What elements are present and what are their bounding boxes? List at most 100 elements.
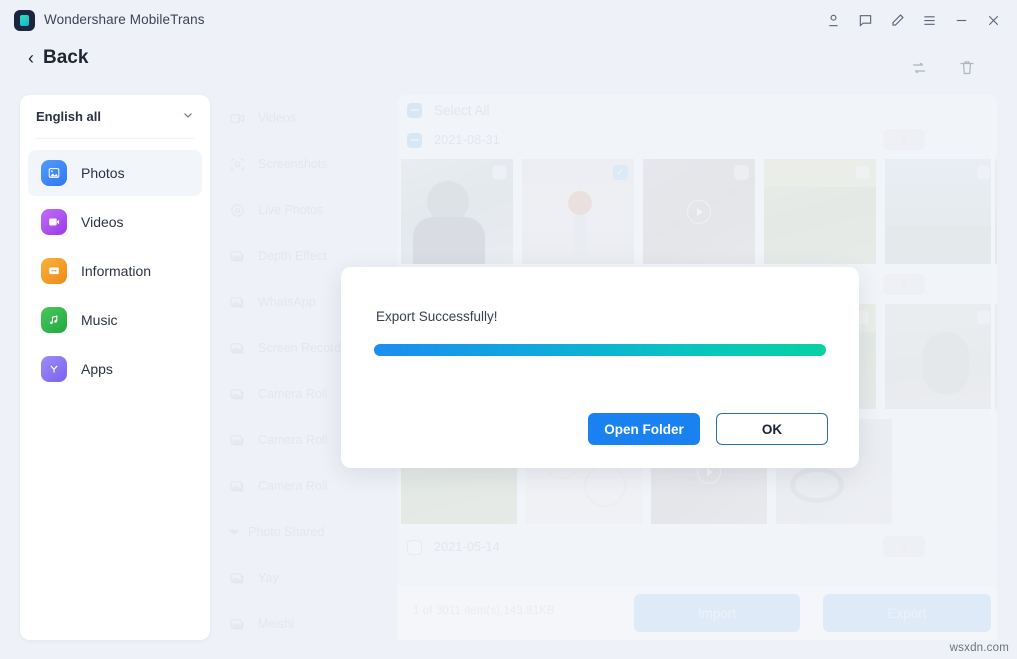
back-button[interactable]: ‹ Back [28, 47, 88, 69]
category-item-label: Live Photos [258, 203, 323, 217]
date-group-checkbox[interactable] [407, 133, 422, 148]
app-title: Wondershare MobileTrans [44, 12, 205, 27]
information-icon [41, 258, 67, 284]
photo-stack-icon [229, 294, 246, 311]
app-window: Wondershare MobileTrans [0, 0, 1017, 659]
open-folder-button[interactable]: Open Folder [588, 413, 700, 445]
photo-stack-icon [229, 248, 246, 265]
sidebar-item-videos[interactable]: Videos [28, 199, 202, 245]
gallery-scrollbar[interactable] [991, 103, 995, 523]
title-bar: Wondershare MobileTrans [0, 0, 1017, 40]
category-item-label: Camera Roll [258, 479, 327, 493]
sidebar-item-music[interactable]: Music [28, 297, 202, 343]
chevron-left-icon: ‹ [28, 49, 34, 67]
chevron-down-icon [182, 109, 194, 124]
screenshot-icon [229, 156, 246, 173]
category-item-label: Screen Recorder [258, 341, 353, 355]
thumbnail-checkbox[interactable] [976, 165, 991, 180]
photo-stack-icon [229, 478, 246, 495]
live-photo-icon [229, 202, 246, 219]
close-button[interactable] [977, 6, 1009, 34]
sidebar-item-photos[interactable]: Photos [28, 150, 202, 196]
sidebar-item-label: Apps [81, 361, 113, 377]
import-button[interactable]: Import [634, 594, 800, 632]
photo-stack-icon [229, 340, 246, 357]
photos-icon [41, 160, 67, 186]
triangle-down-icon [229, 530, 239, 535]
count-badge: 3 [883, 536, 925, 557]
window-controls [817, 6, 1009, 34]
sidebar-item-apps[interactable]: Apps [28, 346, 202, 392]
language-selector[interactable]: English all [36, 95, 194, 139]
play-icon [687, 200, 711, 224]
edit-icon[interactable] [881, 6, 913, 34]
language-label: English all [36, 109, 101, 124]
select-all-row[interactable]: Select All [397, 95, 997, 125]
thumbnail-checkbox[interactable] [492, 165, 507, 180]
date-group-checkbox[interactable] [407, 540, 422, 555]
status-text: 1 of 3011 item(s),143.81KB [413, 605, 555, 617]
apps-icon [41, 356, 67, 382]
category-item-videos[interactable]: Videos [215, 95, 397, 141]
category-item-label: Camera Roll [258, 433, 327, 447]
refresh-icon[interactable] [909, 58, 929, 78]
sidebar-item-label: Photos [81, 165, 125, 181]
trash-icon[interactable] [957, 58, 977, 78]
thumbnail-checkbox[interactable] [976, 310, 991, 325]
thumbnail-item[interactable] [885, 304, 997, 409]
export-button[interactable]: Export [823, 594, 991, 632]
category-item-label: Meishi [258, 617, 294, 631]
sidebar-nav: Photos Videos [20, 139, 210, 392]
thumbnail-item-video[interactable] [643, 159, 755, 264]
thumbnail-item[interactable]: ✓ [522, 159, 634, 264]
thumbnail-checkbox[interactable] [734, 165, 749, 180]
category-group-label: Photo Shared [248, 525, 324, 539]
category-item-live-photos[interactable]: Live Photos [215, 187, 397, 233]
content-toolbar [909, 58, 977, 78]
category-item-meishi[interactable]: Meishi [215, 601, 397, 647]
category-item-label: Screenshots [258, 157, 327, 171]
date-group-header[interactable]: 2021-08-31 5 [397, 125, 997, 155]
count-badge: 5 [883, 129, 925, 150]
select-all-label: Select All [434, 103, 490, 118]
account-icon[interactable] [817, 6, 849, 34]
date-group-label: 2021-05-14 [434, 540, 500, 554]
category-item-camera-roll-3[interactable]: Camera Roll [215, 463, 397, 509]
minimize-button[interactable] [945, 6, 977, 34]
date-group-label: 2021-08-31 [434, 133, 500, 147]
thumbnail-item[interactable] [885, 159, 997, 264]
select-all-checkbox[interactable] [407, 103, 422, 118]
progress-bar [374, 344, 826, 356]
category-item-label: Camera Roll [258, 387, 327, 401]
page-header: ‹ Back [0, 40, 1017, 88]
dialog-title: Export Successfully! [376, 309, 498, 324]
sidebar-item-label: Music [81, 312, 118, 328]
thumbnail-item[interactable] [764, 159, 876, 264]
count-badge: 9 [883, 274, 925, 295]
category-item-yay[interactable]: Yay [215, 555, 397, 601]
date-group-header[interactable]: 2021-05-14 3 [397, 532, 997, 562]
thumbnail-item[interactable] [401, 159, 513, 264]
thumbnail-checkbox[interactable]: ✓ [613, 165, 628, 180]
sidebar-item-label: Videos [81, 214, 124, 230]
category-item-label: Yay [258, 571, 279, 585]
thumbnail-row: ✓ [397, 155, 997, 264]
back-label: Back [43, 47, 88, 69]
category-item-screenshots[interactable]: Screenshots [215, 141, 397, 187]
video-camera-icon [229, 110, 246, 127]
sidebar-item-label: Information [81, 263, 151, 279]
photo-stack-icon [229, 616, 246, 633]
thumbnail-checkbox[interactable] [855, 165, 870, 180]
menu-icon[interactable] [913, 6, 945, 34]
category-group-photo-shared[interactable]: Photo Shared [215, 509, 397, 555]
gallery-footer: 1 of 3011 item(s),143.81KB Import Export [397, 586, 997, 640]
watermark: wsxdn.com [950, 642, 1009, 654]
category-item-label: WhatsApp [258, 295, 316, 309]
photo-stack-icon [229, 386, 246, 403]
videos-icon [41, 209, 67, 235]
ok-button[interactable]: OK [716, 413, 828, 445]
sidebar-item-information[interactable]: Information [28, 248, 202, 294]
feedback-icon[interactable] [849, 6, 881, 34]
mobiletrans-logo-icon [14, 10, 35, 31]
export-success-dialog: Export Successfully! Open Folder OK [341, 267, 859, 468]
